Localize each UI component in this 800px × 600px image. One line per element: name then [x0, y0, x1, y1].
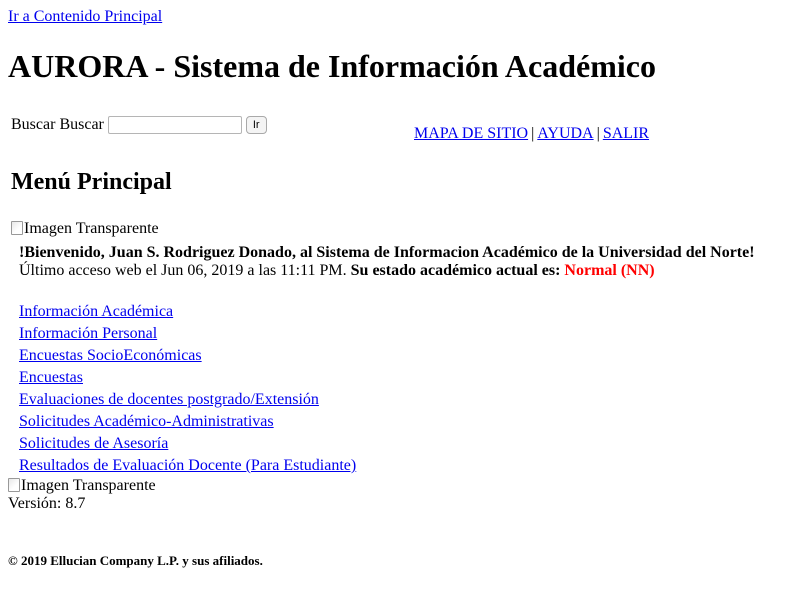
list-item: Resultados de Evaluación Docente (Para E…: [19, 455, 356, 477]
menu-link-socioeconomic-surveys[interactable]: Encuestas SocioEconómicas: [19, 347, 202, 364]
nav-separator: |: [531, 125, 535, 142]
list-item: Información Personal: [19, 323, 356, 345]
copyright-text: © 2019 Ellucian Company L.P. y sus afili…: [8, 553, 263, 568]
nav-separator: |: [596, 125, 600, 142]
welcome-message: !Bienvenido, Juan S. Rodriguez Donado, a…: [19, 244, 789, 280]
broken-image-icon: [8, 478, 20, 492]
page: Ir a Contenido Principal AURORA - Sistem…: [0, 0, 800, 600]
main-menu-list: Información Académica Información Person…: [19, 301, 356, 477]
academic-status-label: Su estado académico actual es:: [350, 262, 561, 279]
menu-link-postgrad-teacher-evaluations[interactable]: Evaluaciones de docentes postgrado/Exten…: [19, 391, 319, 408]
menu-title: Menú Principal: [11, 169, 172, 195]
menu-link-teacher-evaluation-results[interactable]: Resultados de Evaluación Docente (Para E…: [19, 457, 356, 474]
menu-link-academic-info[interactable]: Información Académica: [19, 303, 173, 320]
search-area: Buscar Buscar Ir: [11, 115, 267, 135]
list-item: Encuestas SocioEconómicas: [19, 345, 356, 367]
menu-link-advising-requests[interactable]: Solicitudes de Asesoría: [19, 435, 168, 452]
logout-link[interactable]: SALIR: [603, 125, 649, 142]
broken-image-icon: [11, 221, 23, 235]
site-map-link[interactable]: MAPA DE SITIO: [414, 125, 528, 142]
menu-link-personal-info[interactable]: Información Personal: [19, 325, 157, 342]
search-label: Buscar: [11, 116, 56, 133]
menu-link-academic-admin-requests[interactable]: Solicitudes Académico-Administrativas: [19, 413, 274, 430]
search-go-button[interactable]: Ir: [245, 116, 267, 134]
list-item: Información Académica: [19, 301, 356, 323]
list-item: Solicitudes Académico-Administrativas: [19, 411, 356, 433]
academic-status-value: Normal (NN): [564, 262, 655, 279]
last-access-text: Último acceso web el Jun 06, 2019 a las …: [19, 262, 347, 279]
search-label-hidden: Buscar: [59, 116, 104, 133]
skip-to-content-link[interactable]: Ir a Contenido Principal: [8, 7, 162, 27]
transparent-image-top: Imagen Transparente: [11, 220, 159, 238]
transparent-image-bottom: Imagen Transparente: [8, 477, 156, 495]
image-alt-text: Imagen Transparente: [24, 220, 159, 237]
image-alt-text: Imagen Transparente: [21, 477, 156, 494]
welcome-greeting: !Bienvenido, Juan S. Rodriguez Donado, a…: [19, 244, 755, 261]
help-link[interactable]: AYUDA: [537, 125, 593, 142]
page-title: AURORA - Sistema de Información Académic…: [8, 48, 656, 84]
top-nav: MAPA DE SITIO | AYUDA | SALIR: [414, 124, 649, 144]
menu-link-surveys[interactable]: Encuestas: [19, 369, 83, 386]
search-input[interactable]: [107, 116, 242, 134]
version-text: Versión: 8.7: [8, 495, 86, 512]
list-item: Encuestas: [19, 367, 356, 389]
list-item: Solicitudes de Asesoría: [19, 433, 356, 455]
welcome-status-line: Último acceso web el Jun 06, 2019 a las …: [19, 262, 789, 280]
list-item: Evaluaciones de docentes postgrado/Exten…: [19, 389, 356, 411]
